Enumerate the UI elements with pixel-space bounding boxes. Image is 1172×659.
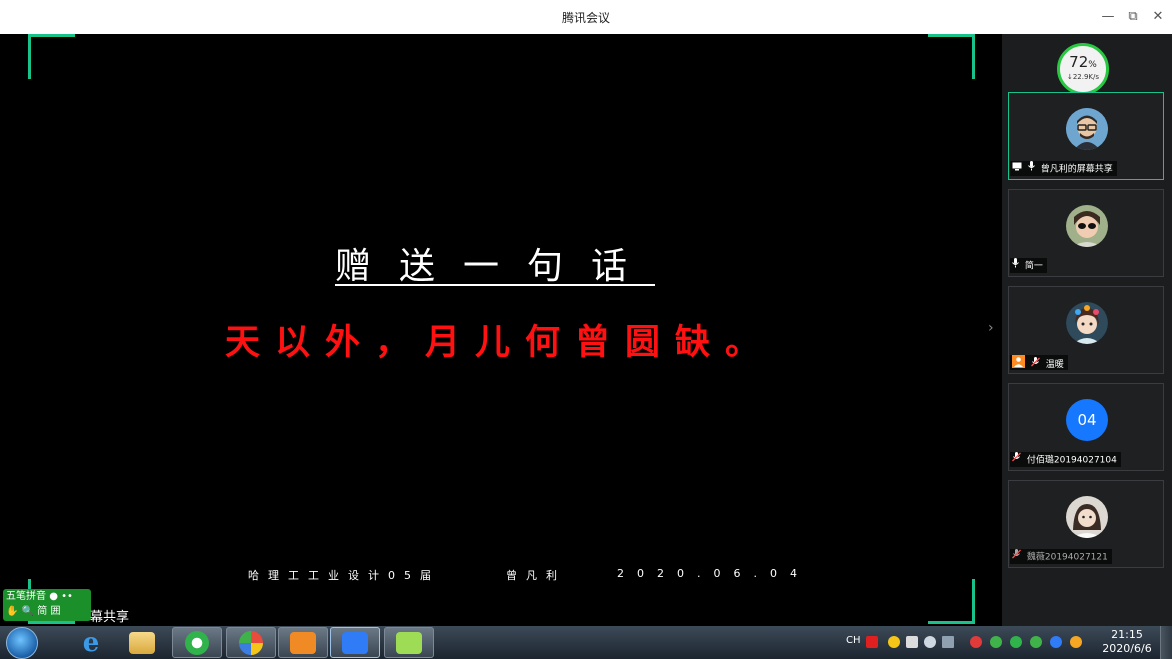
pdf-icon — [290, 631, 316, 654]
ime-toolbar[interactable]: 五笔拼音 ● •• ✋ 🔍 简 囲 — [3, 589, 91, 621]
network-status-indicator[interactable]: 72% ↓22.9K/s — [1057, 43, 1109, 95]
slide-heading: 赠送一句话 — [334, 246, 655, 287]
show-desktop-button[interactable] — [1160, 626, 1172, 659]
participant-label: 付佰璐20194027104 — [1010, 452, 1121, 467]
internet-explorer-icon: e — [82, 627, 100, 658]
ime-status-icon[interactable]: ● •• — [49, 591, 73, 602]
tray-app-icon[interactable] — [888, 636, 900, 648]
participant-tile[interactable]: 04 付佰璐20194027104 — [1008, 383, 1164, 471]
taskbar-file-explorer[interactable] — [118, 627, 166, 658]
slide-footer-school: 哈理工工业设计05届 — [248, 569, 440, 582]
clock-time: 21:15 — [1111, 628, 1143, 641]
ime-tray-icon[interactable] — [866, 636, 878, 648]
participant-label: 温暖 — [1010, 355, 1068, 370]
app-icon — [239, 630, 263, 655]
participant-label: 魏薇20194027121 — [1010, 549, 1112, 564]
microphone-muted-icon — [1012, 452, 1021, 468]
browser-icon — [185, 630, 209, 655]
folder-icon — [129, 631, 155, 654]
power-icon[interactable] — [906, 636, 918, 648]
network-speed: ↓22.9K/s — [1066, 73, 1100, 81]
taskbar: e CH 21:15 2020/6/6 — [0, 626, 1172, 659]
wechat-icon — [396, 631, 422, 654]
taskbar-app[interactable] — [226, 627, 276, 658]
avatar — [1066, 108, 1108, 150]
language-indicator[interactable]: CH — [846, 635, 861, 646]
frame-corner-top-right — [928, 34, 975, 79]
start-button-windows-icon[interactable] — [6, 627, 38, 659]
microphone-icon — [1012, 258, 1019, 274]
tencent-meeting-icon — [342, 631, 368, 654]
participant-tile[interactable]: 温暖 — [1008, 286, 1164, 374]
participant-tile[interactable]: 曾凡利的屏幕共享 — [1008, 92, 1164, 180]
participant-name: 曾凡利的屏幕共享 — [1040, 164, 1113, 175]
shield-icon[interactable] — [990, 636, 1002, 648]
close-button[interactable]: ✕ — [1147, 6, 1169, 28]
avatar: 04 — [1066, 399, 1108, 441]
screen-share-label: 幕共享 — [90, 610, 130, 625]
volume-icon[interactable] — [924, 636, 936, 648]
restore-button[interactable]: ⧉ — [1122, 6, 1144, 28]
participant-name: 魏薇20194027121 — [1026, 552, 1108, 563]
slide-quote: 天以外，月儿何曾圆缺。 — [224, 323, 775, 363]
participant-label: 曾凡利的屏幕共享 — [1010, 161, 1117, 176]
tray-extra-icon[interactable] — [1070, 636, 1082, 648]
participant-tile[interactable]: 魏薇20194027121 — [1008, 480, 1164, 568]
hand-icon[interactable]: ✋ — [6, 606, 18, 617]
participant-name: 付佰璐20194027104 — [1026, 455, 1117, 466]
microphone-muted-icon — [1012, 549, 1021, 565]
network-icon[interactable] — [942, 636, 954, 648]
network-percent: 72 — [1069, 53, 1089, 71]
participant-label: 简一 — [1010, 258, 1047, 273]
taskbar-tencent-meeting[interactable] — [330, 627, 380, 658]
slide-footer-date: 2020.06.04 — [617, 567, 810, 580]
avatar — [1066, 205, 1108, 247]
taskbar-pdf-reader[interactable] — [278, 627, 328, 658]
avatar — [1066, 302, 1108, 344]
clock[interactable]: 21:15 2020/6/6 — [1102, 628, 1152, 656]
participant-tile[interactable]: 简一 — [1008, 189, 1164, 277]
ime-options-label[interactable]: 简 囲 — [37, 606, 60, 617]
clock-date: 2020/6/6 — [1102, 642, 1152, 655]
screen-share-icon — [1012, 162, 1022, 177]
taskbar-internet-explorer[interactable]: e — [70, 627, 112, 658]
security-icon[interactable] — [970, 636, 982, 648]
slide-footer-name: 曾凡利 — [506, 569, 566, 582]
title-bar: 腾讯会议 — ⧉ ✕ — [0, 0, 1172, 34]
participant-name: 简一 — [1024, 261, 1043, 272]
frame-corner-bottom-right — [928, 579, 975, 624]
avatar — [1066, 496, 1108, 538]
expand-sidebar-chevron-icon[interactable]: › — [988, 320, 994, 336]
ime-mode-label[interactable]: 五笔拼音 — [6, 591, 46, 602]
tray-browser-icon[interactable] — [1030, 636, 1042, 648]
frame-corner-top-left — [28, 34, 75, 79]
window-title: 腾讯会议 — [561, 11, 610, 25]
taskbar-wechat[interactable] — [384, 627, 434, 658]
taskbar-browser[interactable] — [172, 627, 222, 658]
network-percent-unit: % — [1088, 60, 1097, 70]
minimize-button[interactable]: — — [1097, 6, 1119, 28]
tencent-meeting-tray-icon[interactable] — [1050, 636, 1062, 648]
microphone-icon — [1027, 161, 1035, 177]
participant-name: 温暖 — [1045, 360, 1064, 370]
wechat-tray-icon[interactable] — [1010, 636, 1022, 648]
search-icon[interactable]: 🔍 — [22, 606, 34, 617]
host-icon — [1012, 355, 1025, 374]
microphone-muted-icon — [1030, 356, 1040, 373]
